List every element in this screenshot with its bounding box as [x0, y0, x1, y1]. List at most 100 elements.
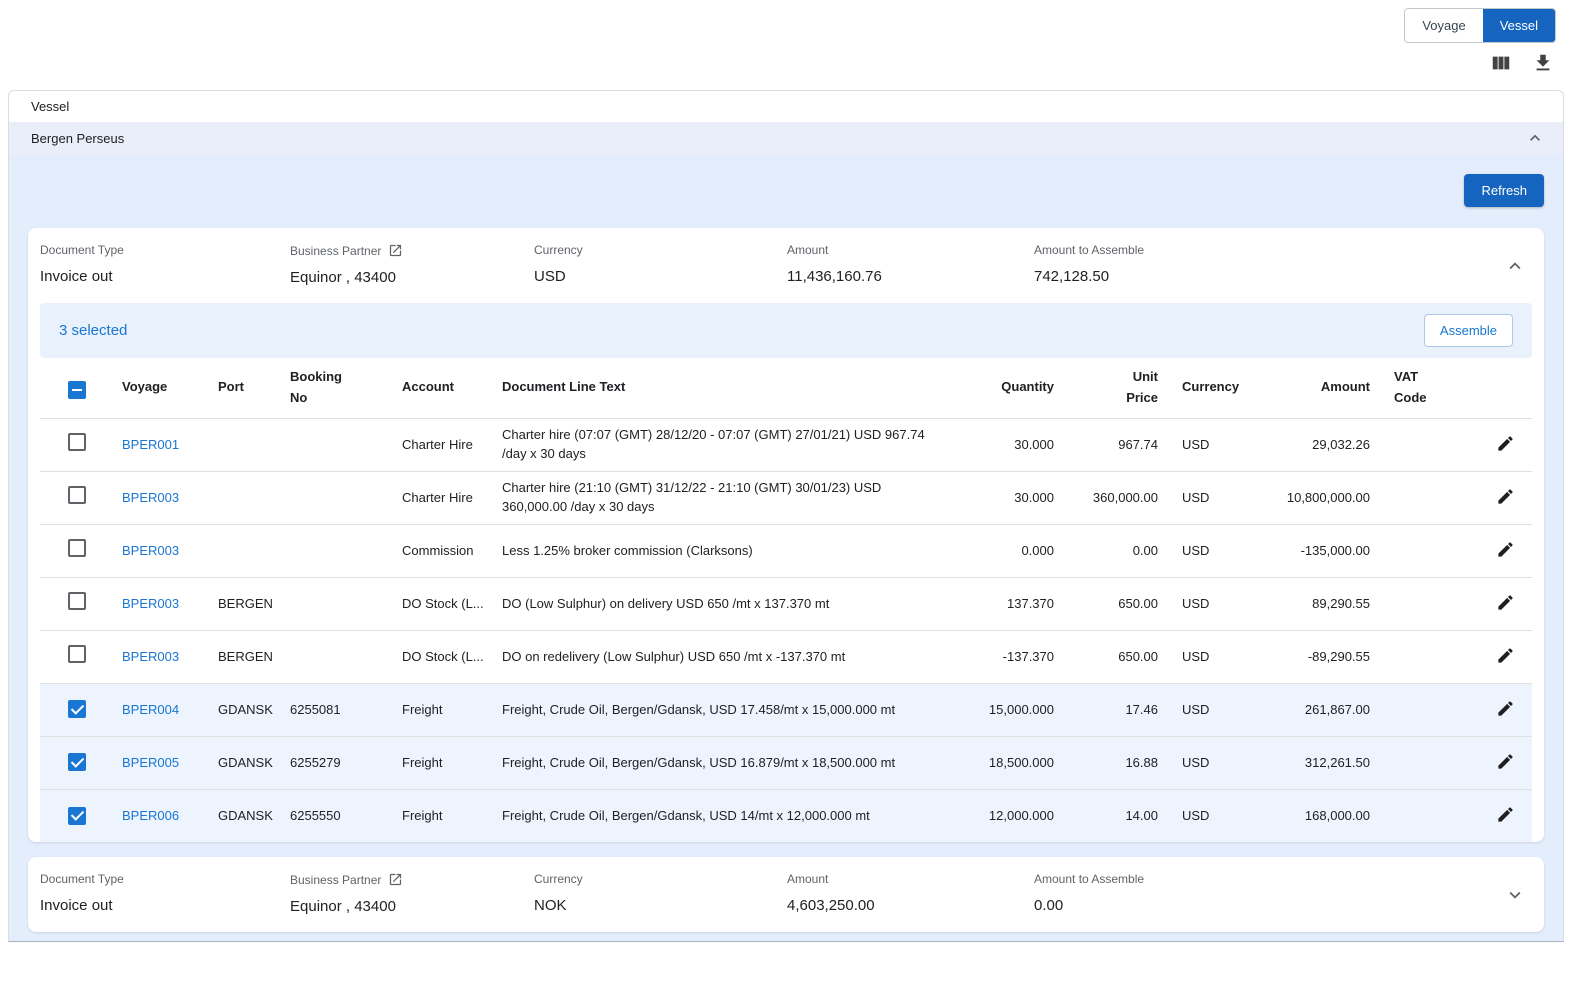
- edit-icon[interactable]: [1494, 591, 1517, 614]
- field-value: Invoice out: [40, 897, 290, 914]
- row-checkbox[interactable]: [68, 433, 86, 451]
- amount-cell: 168,000.00: [1258, 789, 1382, 842]
- edit-icon[interactable]: [1494, 485, 1517, 508]
- table-row[interactable]: BPER003 Charter Hire Charter hire (21:10…: [40, 471, 1532, 524]
- field-value: Invoice out: [40, 268, 290, 285]
- currency-cell: USD: [1170, 736, 1258, 789]
- toggle-vessel-button[interactable]: Vessel: [1483, 9, 1555, 42]
- document-line-text-cell: Freight, Crude Oil, Bergen/Gdansk, USD 1…: [490, 736, 954, 789]
- port-cell: GDANSK: [206, 683, 278, 736]
- edit-icon[interactable]: [1494, 644, 1517, 667]
- quantity-cell: 30.000: [954, 418, 1066, 471]
- invoice-card-nok: Document Type Invoice out Business Partn…: [28, 857, 1544, 932]
- account-cell: Charter Hire: [390, 471, 490, 524]
- select-all-checkbox[interactable]: [68, 381, 86, 399]
- external-link-icon[interactable]: [388, 243, 403, 258]
- document-lines-table: Voyage Port Booking No Account Document …: [40, 358, 1532, 842]
- voyage-link[interactable]: BPER004: [122, 702, 179, 717]
- quantity-cell: -137.370: [954, 630, 1066, 683]
- quantity-cell: 15,000.000: [954, 683, 1066, 736]
- currency-cell: USD: [1170, 471, 1258, 524]
- field-label: Business Partner: [290, 243, 534, 258]
- table-row[interactable]: BPER005 GDANSK 6255279 Freight Freight, …: [40, 736, 1532, 789]
- field-currency: Currency NOK: [534, 872, 787, 914]
- vat-code-cell: [1382, 736, 1478, 789]
- edit-icon[interactable]: [1494, 697, 1517, 720]
- panel-title: Vessel: [9, 91, 1563, 122]
- field-label: Business Partner: [290, 872, 534, 887]
- voyage-link[interactable]: BPER003: [122, 490, 179, 505]
- amount-cell: 29,032.26: [1258, 418, 1382, 471]
- edit-icon[interactable]: [1494, 803, 1517, 826]
- invoice-card-usd: Document Type Invoice out Business Partn…: [28, 228, 1544, 842]
- vessel-name: Bergen Perseus: [31, 131, 124, 146]
- chevron-up-icon[interactable]: [1525, 128, 1545, 148]
- edit-icon[interactable]: [1494, 432, 1517, 455]
- field-label: Currency: [534, 243, 787, 257]
- voyage-link[interactable]: BPER005: [122, 755, 179, 770]
- table-row[interactable]: BPER006 GDANSK 6255550 Freight Freight, …: [40, 789, 1532, 842]
- refresh-button[interactable]: Refresh: [1464, 174, 1544, 207]
- selection-toolbar: 3 selected Assemble: [40, 303, 1532, 358]
- field-label: Currency: [534, 872, 787, 886]
- port-cell: [206, 471, 278, 524]
- download-icon[interactable]: [1532, 52, 1554, 74]
- row-checkbox[interactable]: [68, 592, 86, 610]
- field-amount-to-assemble: Amount to Assemble 742,128.50: [1034, 243, 1492, 285]
- voyage-link[interactable]: BPER003: [122, 543, 179, 558]
- field-value: NOK: [534, 897, 787, 914]
- table-row[interactable]: BPER003 BERGEN DO Stock (L... DO on rede…: [40, 630, 1532, 683]
- voyage-link[interactable]: BPER003: [122, 649, 179, 664]
- currency-cell: USD: [1170, 683, 1258, 736]
- header-account: Account: [390, 358, 490, 418]
- field-value: 4,603,250.00: [787, 897, 1034, 914]
- header-unit-price: Unit Price: [1066, 358, 1170, 418]
- account-cell: Freight: [390, 789, 490, 842]
- table-row[interactable]: BPER003 Commission Less 1.25% broker com…: [40, 524, 1532, 577]
- field-value: 0.00: [1034, 897, 1492, 914]
- vessel-section-header[interactable]: Bergen Perseus: [9, 122, 1563, 154]
- row-checkbox[interactable]: [68, 645, 86, 663]
- header-quantity: Quantity: [954, 358, 1066, 418]
- header-port: Port: [206, 358, 278, 418]
- unit-price-cell: 967.74: [1066, 418, 1170, 471]
- columns-icon[interactable]: [1490, 52, 1512, 74]
- table-row[interactable]: BPER004 GDANSK 6255081 Freight Freight, …: [40, 683, 1532, 736]
- quantity-cell: 30.000: [954, 471, 1066, 524]
- vat-code-cell: [1382, 789, 1478, 842]
- field-value: Equinor , 43400: [290, 898, 534, 915]
- booking-no-cell: [278, 471, 390, 524]
- toggle-voyage-button[interactable]: Voyage: [1405, 9, 1482, 42]
- invoice-summary: Document Type Invoice out Business Partn…: [40, 228, 1532, 303]
- vat-code-cell: [1382, 630, 1478, 683]
- field-document-type: Document Type Invoice out: [40, 243, 290, 285]
- row-checkbox[interactable]: [68, 700, 86, 718]
- document-line-text-cell: DO (Low Sulphur) on delivery USD 650 /mt…: [490, 577, 954, 630]
- vat-code-cell: [1382, 577, 1478, 630]
- row-checkbox[interactable]: [68, 753, 86, 771]
- selected-count: 3 selected: [59, 322, 127, 339]
- row-checkbox[interactable]: [68, 486, 86, 504]
- row-checkbox[interactable]: [68, 539, 86, 557]
- unit-price-cell: 0.00: [1066, 524, 1170, 577]
- table-row[interactable]: BPER003 BERGEN DO Stock (L... DO (Low Su…: [40, 577, 1532, 630]
- amount-cell: -89,290.55: [1258, 630, 1382, 683]
- account-cell: DO Stock (L...: [390, 577, 490, 630]
- row-checkbox[interactable]: [68, 807, 86, 825]
- assemble-button[interactable]: Assemble: [1424, 314, 1513, 347]
- edit-icon[interactable]: [1494, 750, 1517, 773]
- table-row[interactable]: BPER001 Charter Hire Charter hire (07:07…: [40, 418, 1532, 471]
- unit-price-cell: 16.88: [1066, 736, 1170, 789]
- voyage-link[interactable]: BPER001: [122, 437, 179, 452]
- external-link-icon[interactable]: [388, 872, 403, 887]
- booking-no-cell: 6255550: [278, 789, 390, 842]
- expand-card-button[interactable]: [1500, 880, 1530, 910]
- quantity-cell: 18,500.000: [954, 736, 1066, 789]
- edit-icon[interactable]: [1494, 538, 1517, 561]
- collapse-card-button[interactable]: [1500, 251, 1530, 281]
- voyage-link[interactable]: BPER003: [122, 596, 179, 611]
- voyage-link[interactable]: BPER006: [122, 808, 179, 823]
- vat-code-cell: [1382, 471, 1478, 524]
- chevron-down-icon: [1504, 884, 1526, 906]
- field-value: 11,436,160.76: [787, 268, 1034, 285]
